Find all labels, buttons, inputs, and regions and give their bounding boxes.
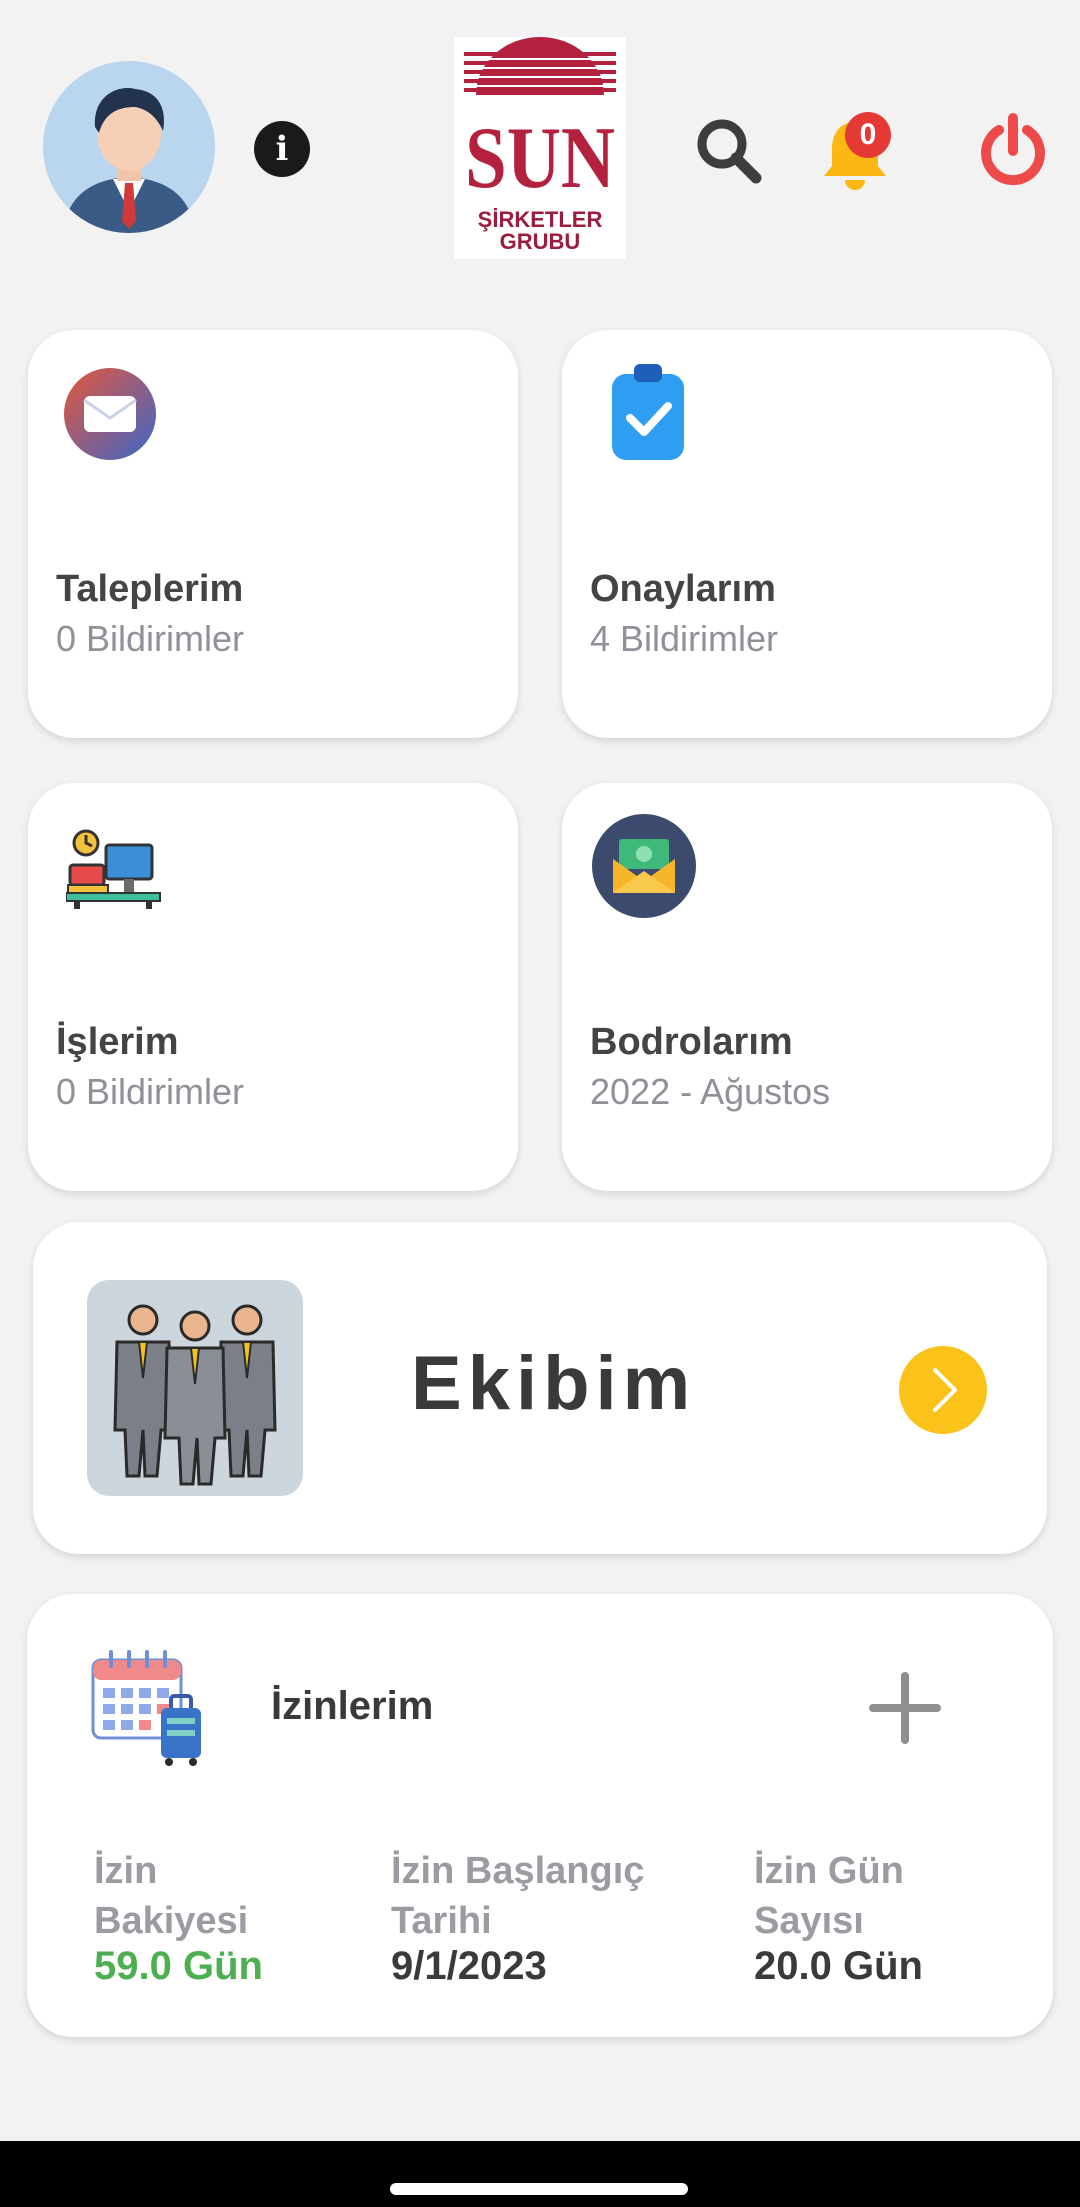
- logo-line-1: ŞİRKETLER: [477, 207, 603, 232]
- chevron-right-icon: [933, 1368, 957, 1412]
- calendar-luggage-icon: [91, 1648, 211, 1768]
- company-logo: SUN ŞİRKETLER GRUBU: [454, 37, 626, 259]
- tile-onaylarim[interactable]: Onaylarım 4 Bildirimler: [562, 330, 1052, 738]
- home-gesture-handle[interactable]: [390, 2183, 688, 2195]
- logo-line-2: GRUBU: [499, 229, 581, 254]
- logout-button[interactable]: [978, 113, 1048, 189]
- tile-subtitle: 2022 - Ağustos: [590, 1071, 831, 1112]
- info-button[interactable]: i: [254, 121, 310, 177]
- leave-balance-value: 59.0 Gün: [94, 1944, 263, 1988]
- app-header: i SUN ŞİRKETLER GRUBU 0: [0, 0, 1080, 300]
- tile-subtitle: 4 Bildirimler: [590, 618, 779, 659]
- team-arrow-button[interactable]: [899, 1346, 987, 1434]
- system-nav-bar: [0, 2141, 1080, 2207]
- tile-taleplerim[interactable]: Taleplerim 0 Bildirimler: [28, 330, 518, 738]
- tile-islerim[interactable]: İşlerim 0 Bildirimler: [28, 783, 518, 1191]
- team-people-icon: [87, 1280, 303, 1496]
- leave-title: İzinlerim: [271, 1684, 434, 1728]
- logo-text: SUN: [465, 110, 615, 207]
- tile-title: Bodrolarım: [590, 1021, 793, 1063]
- clipboard-check-icon: [602, 362, 698, 460]
- envelope-icon: [62, 366, 158, 462]
- leave-start-date-label: İzin Başlangıç Tarihi: [391, 1850, 645, 1942]
- leave-days-value: 20.0 Gün: [754, 1944, 923, 1988]
- notification-count-badge: 0: [845, 112, 891, 158]
- search-icon: [697, 119, 762, 184]
- info-icon: i: [275, 129, 289, 169]
- leave-balance-label: İzin Bakiyesi: [94, 1850, 249, 1942]
- power-icon: [981, 113, 1045, 186]
- workdesk-icon: [65, 827, 162, 923]
- add-leave-button[interactable]: [869, 1672, 941, 1744]
- user-avatar[interactable]: [43, 61, 215, 233]
- tile-subtitle: 0 Bildirimler: [56, 618, 245, 659]
- team-card[interactable]: Ekibim: [33, 1222, 1047, 1554]
- tile-title: Taleplerim: [56, 568, 244, 610]
- leave-start-date-value: 9/1/2023: [391, 1944, 547, 1988]
- tile-bodrolarim[interactable]: Bodrolarım 2022 - Ağustos: [562, 783, 1052, 1191]
- plus-icon: [869, 1672, 941, 1744]
- payroll-envelope-icon: [591, 813, 697, 919]
- team-title: Ekibim: [411, 1341, 697, 1426]
- tile-title: İşlerim: [56, 1021, 179, 1063]
- search-button[interactable]: [694, 116, 764, 186]
- avatar-icon: [43, 61, 215, 233]
- leave-days-label: İzin Gün Sayısı: [754, 1850, 904, 1942]
- tile-subtitle: 0 Bildirimler: [56, 1071, 245, 1112]
- tile-title: Onaylarım: [590, 568, 776, 610]
- leave-card: İzinlerim İzin Bakiyesi 59.0 Gün İzin Ba…: [27, 1594, 1053, 2037]
